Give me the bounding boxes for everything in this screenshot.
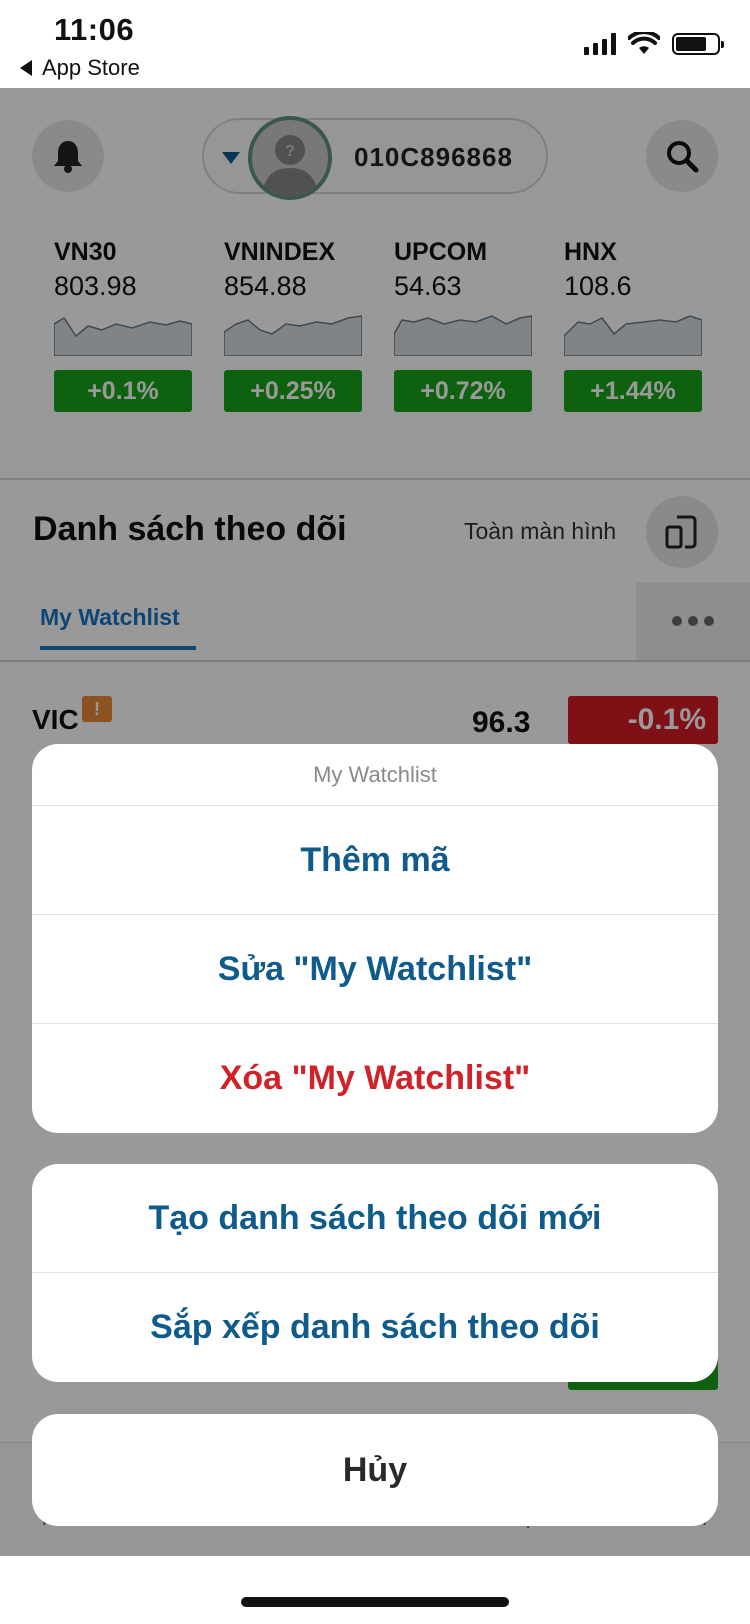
- wifi-icon: [628, 32, 660, 54]
- status-time: 11:06: [54, 12, 135, 47]
- back-app-label: App Store: [42, 55, 140, 80]
- home-indicator[interactable]: [241, 1597, 509, 1607]
- home-area: [0, 1556, 750, 1624]
- battery-icon: [672, 33, 724, 55]
- cellular-signal-icon: [584, 33, 616, 55]
- status-icons: [584, 32, 724, 56]
- edit-watchlist-button[interactable]: Sửa "My Watchlist": [32, 915, 718, 1024]
- back-to-app-store[interactable]: App Store: [20, 55, 140, 81]
- sort-watchlist-button[interactable]: Sắp xếp danh sách theo dõi: [32, 1273, 718, 1382]
- create-watchlist-button[interactable]: Tạo danh sách theo dõi mới: [32, 1164, 718, 1273]
- cancel-button[interactable]: Hủy: [32, 1414, 718, 1526]
- delete-watchlist-button[interactable]: Xóa "My Watchlist": [32, 1024, 718, 1133]
- add-symbol-button[interactable]: Thêm mã: [32, 806, 718, 915]
- back-arrow-icon: [20, 60, 32, 76]
- action-sheet-main: My Watchlist Thêm mã Sửa "My Watchlist" …: [32, 744, 718, 1133]
- status-bar: 11:06 App Store: [0, 0, 750, 88]
- action-sheet-cancel: Hủy: [32, 1414, 718, 1526]
- action-sheet-secondary: Tạo danh sách theo dõi mới Sắp xếp danh …: [32, 1164, 718, 1382]
- action-sheet-title: My Watchlist: [32, 744, 718, 806]
